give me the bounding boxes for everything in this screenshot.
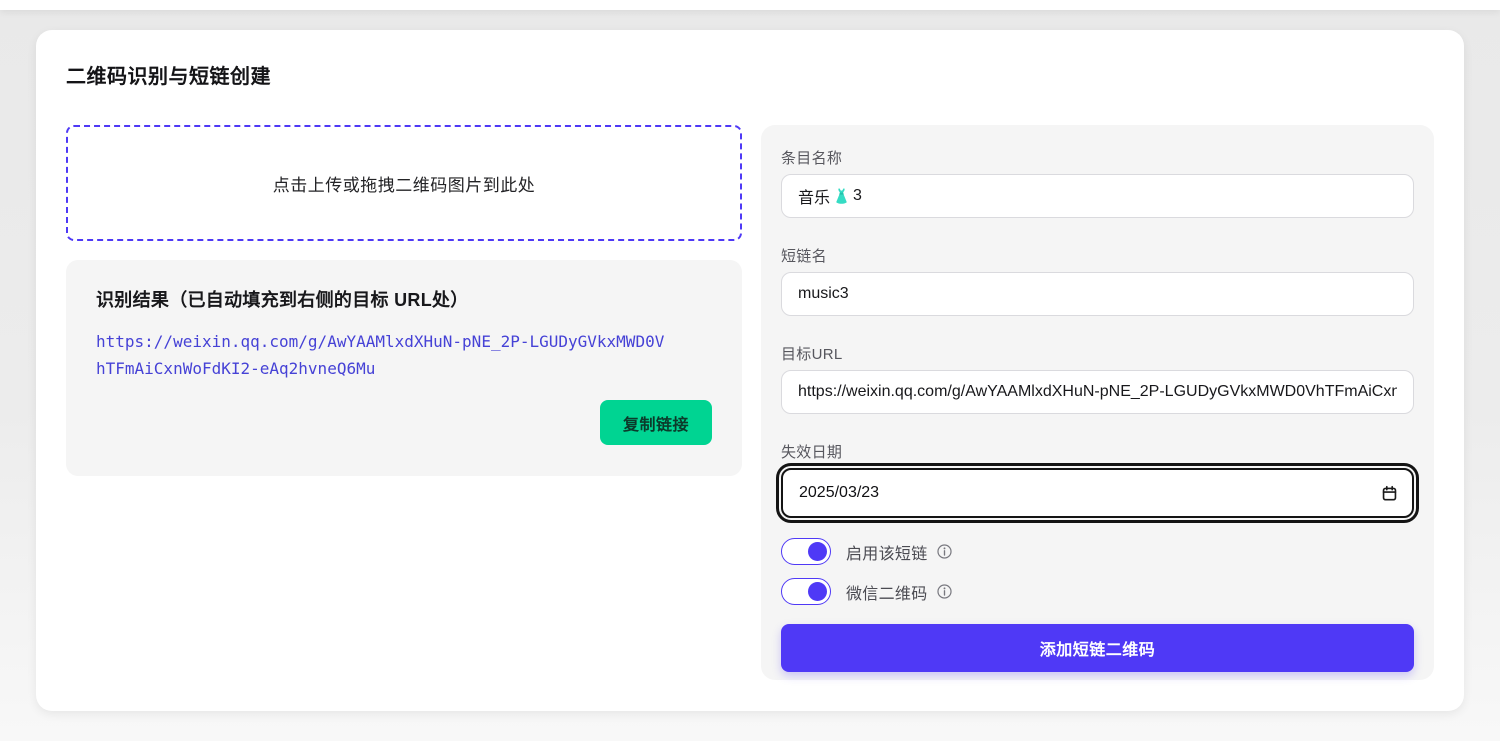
page-title: 二维码识别与短链创建	[66, 60, 1434, 89]
enable-shortlink-label: 启用该短链	[846, 540, 928, 564]
entry-name-label: 条目名称	[781, 147, 1414, 168]
info-icon[interactable]	[936, 543, 953, 560]
main-card: 二维码识别与短链创建 点击上传或拖拽二维码图片到此处 识别结果（已自动填充到右侧…	[36, 30, 1464, 711]
content-columns: 点击上传或拖拽二维码图片到此处 识别结果（已自动填充到右侧的目标 URL处） h…	[66, 125, 1434, 680]
expiry-date-value: 2025/03/23	[799, 484, 879, 502]
wechat-qr-label: 微信二维码	[846, 580, 928, 604]
entry-name-value-suffix: 3	[853, 187, 862, 205]
copy-link-button[interactable]: 复制链接	[600, 400, 712, 445]
entry-name-input[interactable]: 音乐 3	[781, 174, 1414, 218]
add-shortlink-qr-button[interactable]: 添加短链二维码	[781, 624, 1414, 672]
wechat-qr-toggle[interactable]	[781, 578, 831, 605]
expiry-date-field-group: 失效日期 2025/03/23	[781, 441, 1414, 518]
calendar-icon[interactable]	[1381, 485, 1398, 502]
qr-upload-dropzone[interactable]: 点击上传或拖拽二维码图片到此处	[66, 125, 742, 241]
recognition-result-panel: 识别结果（已自动填充到右侧的目标 URL处） https://weixin.qq…	[66, 260, 742, 476]
result-heading: 识别结果（已自动填充到右侧的目标 URL处）	[96, 286, 712, 312]
shortlink-form-panel: 条目名称 音乐 3 短链名 目标URL	[761, 125, 1434, 680]
top-white-strip	[0, 0, 1500, 10]
info-icon[interactable]	[936, 583, 953, 600]
target-url-field-group: 目标URL	[781, 343, 1414, 414]
expiry-date-input[interactable]: 2025/03/23	[781, 468, 1414, 518]
short-name-input[interactable]	[781, 272, 1414, 316]
toggle-knob	[808, 582, 827, 601]
dropzone-label: 点击上传或拖拽二维码图片到此处	[273, 171, 536, 196]
entry-name-value-prefix: 音乐	[798, 184, 830, 208]
target-url-input[interactable]	[781, 370, 1414, 414]
enable-shortlink-toggle-row: 启用该短链	[781, 538, 1414, 565]
short-name-field-group: 短链名	[781, 245, 1414, 316]
left-column: 点击上传或拖拽二维码图片到此处 识别结果（已自动填充到右侧的目标 URL处） h…	[66, 125, 742, 680]
target-url-label: 目标URL	[781, 343, 1414, 364]
toggle-knob	[808, 542, 827, 561]
enable-shortlink-toggle[interactable]	[781, 538, 831, 565]
entry-name-field-group: 条目名称 音乐 3	[781, 147, 1414, 218]
recognized-url-link[interactable]: https://weixin.qq.com/g/AwYAAMlxdXHuN-pN…	[96, 328, 670, 382]
expiry-date-label: 失效日期	[781, 441, 1414, 462]
wechat-qr-toggle-row: 微信二维码	[781, 578, 1414, 605]
short-name-label: 短链名	[781, 245, 1414, 266]
right-column: 条目名称 音乐 3 短链名 目标URL	[761, 125, 1434, 680]
dress-emoji-icon	[832, 187, 851, 206]
